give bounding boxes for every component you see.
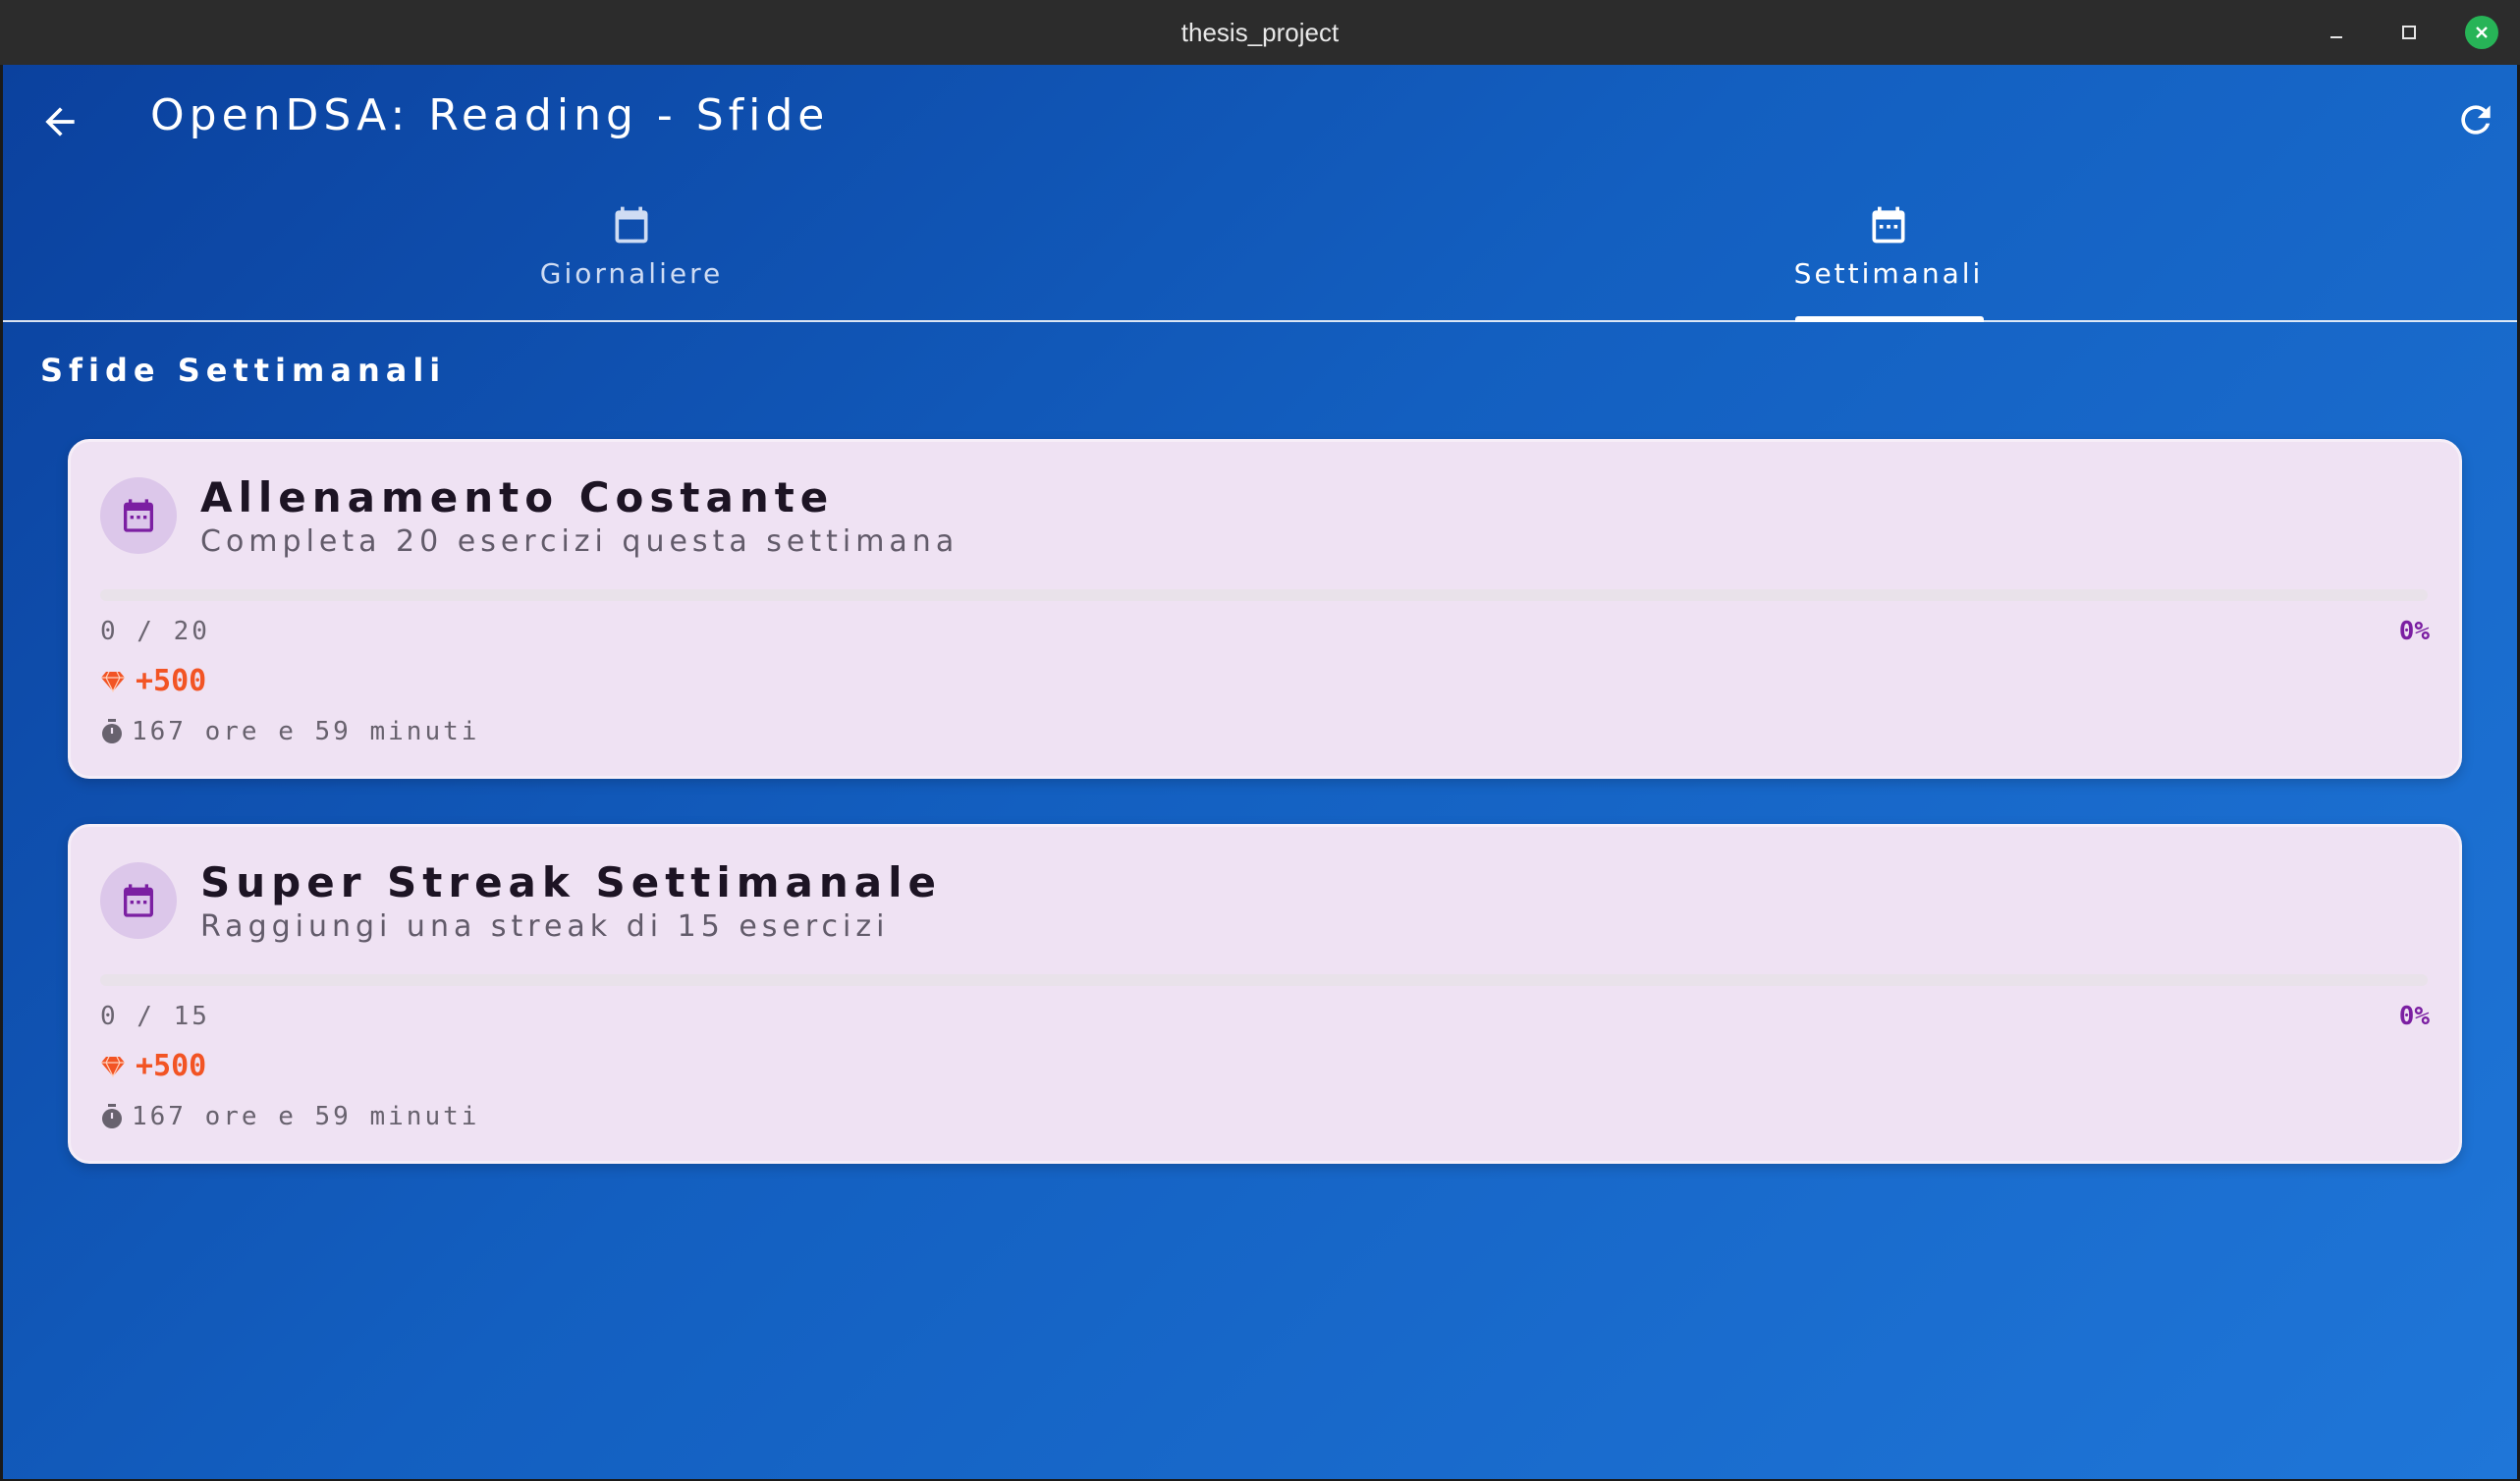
progress-bar (100, 974, 2428, 986)
challenge-avatar (100, 862, 177, 939)
challenge-title: Super Streak Settimanale (200, 858, 942, 906)
stopwatch-icon (102, 1104, 122, 1128)
tab-bar: Giornaliere Settimanali (3, 173, 2517, 322)
reward-points: +500 (136, 664, 207, 698)
challenge-description: Raggiungi una streak di 15 esercizi (200, 909, 890, 944)
minimize-icon (2330, 36, 2342, 38)
challenge-avatar (100, 477, 177, 554)
back-button[interactable] (38, 100, 82, 143)
reward: +500 (100, 1049, 206, 1083)
progress-percent: 0% (2398, 617, 2430, 646)
time-remaining-text: 167 ore e 59 minuti (132, 1102, 480, 1131)
app-window: OpenDSA: Reading - Sfide Giornaliere Set… (3, 65, 2517, 1479)
page-title: OpenDSA: Reading - Sfide (150, 90, 830, 140)
progress-count: 0 / 20 (100, 617, 210, 646)
challenge-title: Allenamento Costante (200, 473, 835, 521)
time-remaining: 167 ore e 59 minuti (100, 1102, 479, 1131)
app-bar: OpenDSA: Reading - Sfide (3, 65, 2517, 173)
calendar-week-icon (124, 884, 153, 917)
window-controls (2320, 0, 2498, 65)
progress-bar (100, 589, 2428, 601)
window-title: thesis_project (1180, 17, 1340, 47)
calendar-week-icon (124, 499, 153, 532)
reward-points: +500 (136, 1049, 207, 1083)
section-title: Sfide Settimanali (40, 352, 447, 389)
stopwatch-icon (102, 719, 122, 743)
progress-percent: 0% (2398, 1002, 2430, 1031)
tab-label: Settimanali (1793, 257, 1984, 290)
gem-icon (101, 1056, 125, 1077)
maximize-button[interactable] (2392, 16, 2426, 49)
refresh-icon (2461, 105, 2491, 135)
maximize-icon (2402, 26, 2416, 39)
tab-settimanali[interactable]: Settimanali (1260, 173, 2517, 320)
challenge-description: Completa 20 esercizi questa settimana (200, 524, 959, 559)
close-window-button[interactable] (2465, 16, 2498, 49)
calendar-week-icon (1872, 206, 1905, 244)
reward: +500 (100, 664, 206, 698)
arrow-back-icon (45, 107, 75, 137)
time-remaining: 167 ore e 59 minuti (100, 717, 479, 746)
refresh-button[interactable] (2454, 98, 2497, 141)
calendar-icon (615, 206, 648, 244)
progress-count: 0 / 15 (100, 1002, 210, 1031)
tab-giornaliere[interactable]: Giornaliere (3, 173, 1260, 320)
tab-indicator (1795, 316, 1984, 322)
challenge-card[interactable]: Super Streak Settimanale Raggiungi una s… (68, 824, 2462, 1164)
time-remaining-text: 167 ore e 59 minuti (132, 717, 480, 746)
challenge-card[interactable]: Allenamento Costante Completa 20 eserciz… (68, 439, 2462, 779)
window-titlebar: thesis_project (0, 0, 2520, 65)
close-icon (2476, 27, 2488, 38)
tab-label: Giornaliere (539, 257, 724, 290)
gem-icon (101, 671, 125, 692)
minimize-button[interactable] (2320, 16, 2353, 49)
